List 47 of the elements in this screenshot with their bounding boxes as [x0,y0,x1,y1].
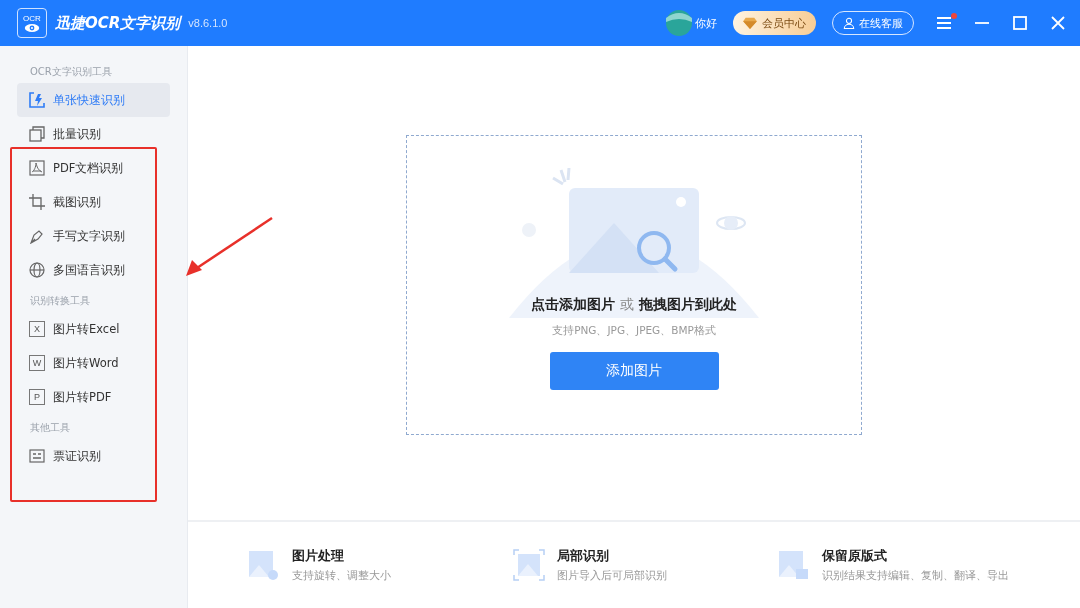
diamond-icon [743,17,757,29]
file-letter-icon: P [29,389,45,405]
feature-title: 图片处理 [292,547,345,565]
image-document-icon [778,549,810,581]
user-profile[interactable]: 你好 [666,10,717,36]
pdf-file-icon [29,160,45,176]
id-card-icon [29,448,45,464]
avatar-icon [666,10,692,36]
user-icon [843,17,855,29]
sidebar-item[interactable]: P 图片转PDF [17,380,170,414]
sidebar-heading: OCR文字识别工具 [29,65,113,79]
feature-title: 保留原版式 [822,547,888,565]
file-letter-icon: W [29,355,45,371]
pen-icon [29,228,45,244]
drop-zone[interactable]: 点击添加图片 或 拖拽图片到此处 支持PNG、JPG、JPEG、BMP格式 添加图片 [406,135,862,435]
vip-center-button[interactable]: 会员中心 [733,11,816,35]
document-icon [29,92,45,108]
feature-description: 识别结果支持编辑、复制、翻译、导出 [822,569,1009,583]
file-letter-icon: X [29,321,45,337]
image-frame-icon [513,549,545,581]
menu-icon[interactable] [936,16,952,30]
sidebar-heading: 其他工具 [29,421,71,435]
app-logo: OCR [17,8,47,38]
sidebar-item[interactable]: 批量识别 [17,117,170,151]
sidebar-item[interactable]: 截图识别 [17,185,170,219]
app-version: v8.6.1.0 [188,17,228,29]
crop-icon [29,194,45,210]
close-icon[interactable] [1050,16,1066,30]
sidebar-item[interactable]: PDF文档识别 [17,151,170,185]
globe-icon [29,262,45,278]
sidebar-item[interactable]: X 图片转Excel [17,312,170,346]
add-image-button[interactable]: 添加图片 [549,352,719,390]
sidebar-item[interactable]: W 图片转Word [17,346,170,380]
feature-description: 图片导入后可局部识别 [557,569,667,583]
sidebar-heading: 识别转换工具 [29,294,91,308]
app-title: 迅捷OCR文字识别 [55,13,181,33]
drop-instruction: 点击添加图片 或 拖拽图片到此处 [531,296,737,314]
greeting-text: 你好 [695,15,717,31]
format-hint: 支持PNG、JPG、JPEG、BMP格式 [552,324,716,338]
sidebar-item[interactable]: 票证识别 [17,439,170,473]
feature-title: 局部识别 [557,547,610,565]
maximize-icon[interactable] [1012,16,1028,30]
feature-description: 支持旋转、调整大小 [292,569,391,583]
sidebar-item[interactable]: 手写文字识别 [17,219,170,253]
sidebar-item[interactable]: 多国语言识别 [17,253,170,287]
stacked-pages-icon [29,126,45,142]
image-rotate-icon [248,549,280,581]
